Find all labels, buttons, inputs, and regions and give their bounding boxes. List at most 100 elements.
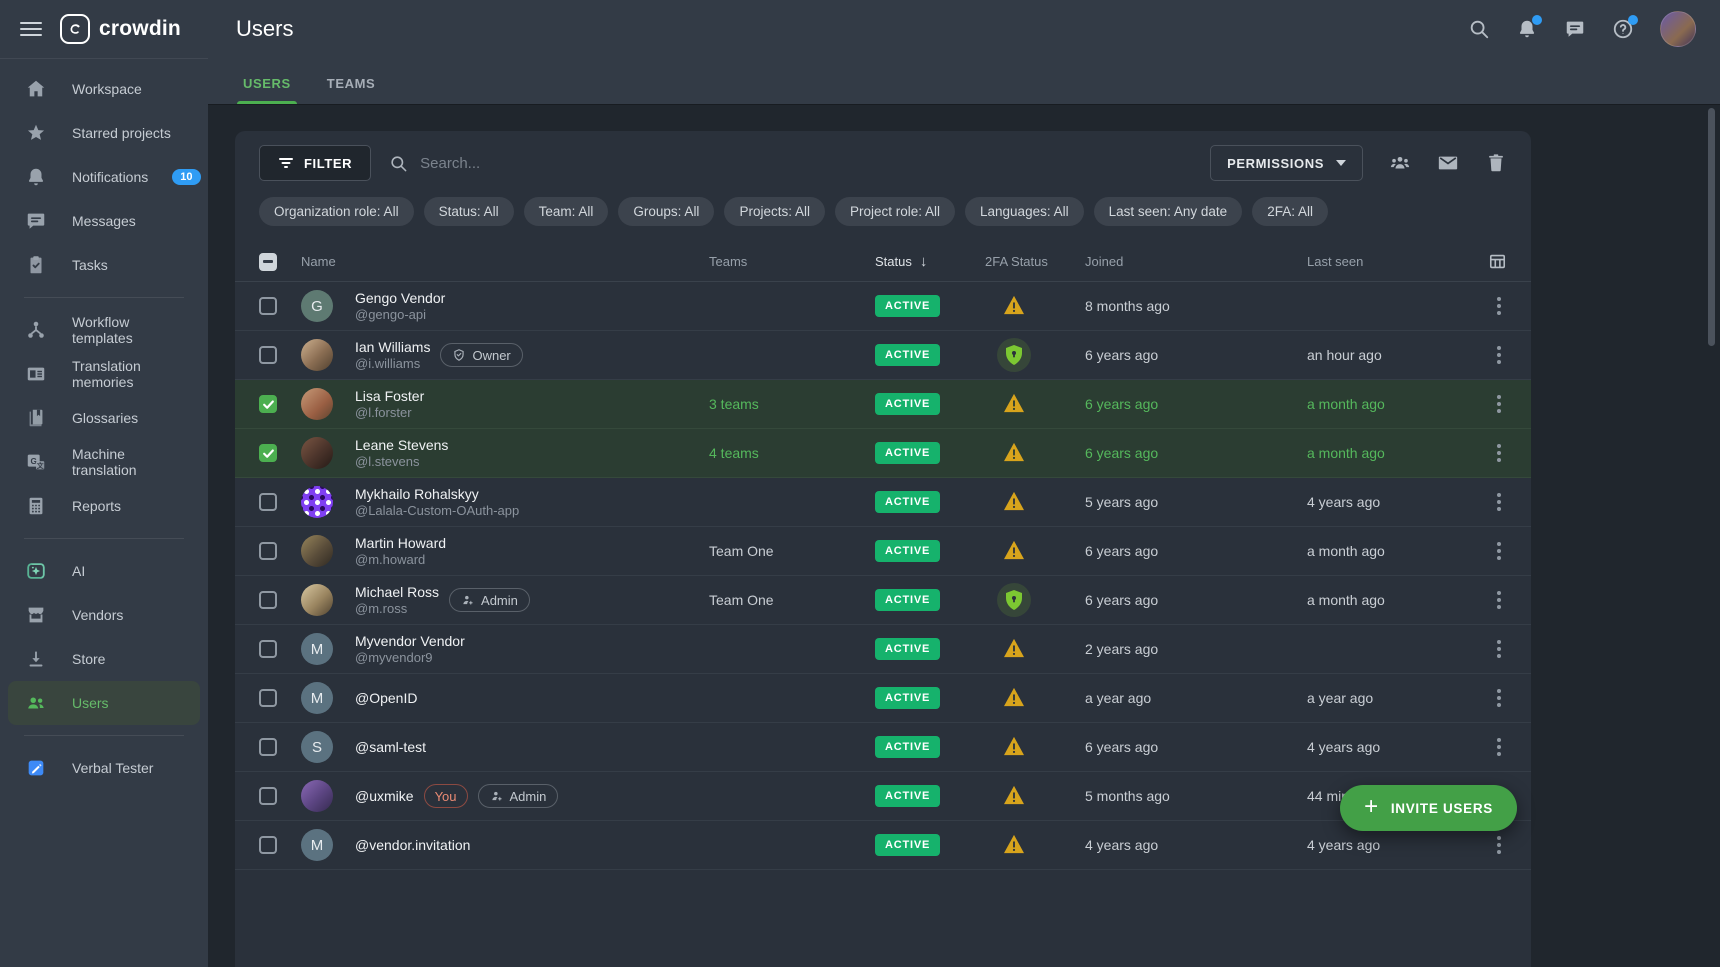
user-avatar[interactable] xyxy=(1660,11,1696,47)
user-name[interactable]: Myvendor Vendor xyxy=(355,632,465,650)
row-menu-kebab-icon[interactable] xyxy=(1491,490,1507,514)
sidebar-item-users[interactable]: Users xyxy=(8,681,200,725)
row-checkbox[interactable] xyxy=(259,395,277,413)
bulk-action-icons xyxy=(1389,152,1507,174)
menu-hamburger-icon[interactable] xyxy=(20,18,42,40)
sidebar-item-machine-translation[interactable]: G文 Machine translation xyxy=(0,440,208,484)
row-checkbox[interactable] xyxy=(259,836,277,854)
row-menu-kebab-icon[interactable] xyxy=(1491,588,1507,612)
row-menu-kebab-icon[interactable] xyxy=(1491,392,1507,416)
row-checkbox[interactable] xyxy=(259,444,277,462)
2fa-shield-icon xyxy=(983,583,1077,617)
table-header: Name Teams Status ↓ 2FA Status Joined La… xyxy=(235,242,1531,282)
joined-cell: 6 years ago xyxy=(1077,445,1287,461)
messages-chat-icon[interactable] xyxy=(1564,18,1586,40)
invite-users-button[interactable]: + INVITE USERS xyxy=(1340,785,1517,831)
mail-icon[interactable] xyxy=(1437,152,1459,174)
row-checkbox[interactable] xyxy=(259,542,277,560)
sidebar-item-notifications[interactable]: Notifications 10 xyxy=(0,155,208,199)
filter-chip-projects[interactable]: Projects: All xyxy=(724,197,825,226)
user-name[interactable]: @saml-test xyxy=(355,738,426,756)
star-icon xyxy=(24,121,48,145)
row-checkbox[interactable] xyxy=(259,738,277,756)
row-checkbox[interactable] xyxy=(259,297,277,315)
sidebar-item-store[interactable]: Store xyxy=(0,637,208,681)
sidebar: Workspace Starred projects Notifications… xyxy=(0,58,208,967)
column-header-2fa[interactable]: 2FA Status xyxy=(983,254,1077,269)
sidebar-item-messages[interactable]: Messages xyxy=(0,199,208,243)
filter-icon xyxy=(278,156,294,170)
sidebar-item-tasks[interactable]: Tasks xyxy=(0,243,208,287)
filter-chip-team[interactable]: Team: All xyxy=(524,197,609,226)
column-header-name[interactable]: Name xyxy=(301,254,709,269)
user-name[interactable]: @vendor.invitation xyxy=(355,836,470,854)
sidebar-item-ai[interactable]: AI xyxy=(0,549,208,593)
sidebar-item-workspace[interactable]: Workspace xyxy=(0,67,208,111)
filter-chip-project-role[interactable]: Project role: All xyxy=(835,197,955,226)
row-checkbox[interactable] xyxy=(259,640,277,658)
row-menu-kebab-icon[interactable] xyxy=(1491,686,1507,710)
row-menu-kebab-icon[interactable] xyxy=(1491,735,1507,759)
filter-chip-organization-role[interactable]: Organization role: All xyxy=(259,197,414,226)
row-checkbox[interactable] xyxy=(259,591,277,609)
notifications-bell-icon[interactable] xyxy=(1516,18,1538,40)
user-handle: @i.williams xyxy=(355,356,430,372)
help-icon[interactable] xyxy=(1612,18,1634,40)
sidebar-item-vendors[interactable]: Vendors xyxy=(0,593,208,637)
table-row: @uxmike You Admin ACTIVE 5 months ago 44… xyxy=(235,772,1531,821)
search-input[interactable] xyxy=(420,155,740,172)
manage-teams-icon[interactable] xyxy=(1389,152,1411,174)
filter-chip-last-seen[interactable]: Last seen: Any date xyxy=(1094,197,1243,226)
user-name[interactable]: Martin Howard xyxy=(355,534,446,552)
tab-users[interactable]: USERS xyxy=(243,76,291,104)
filter-chip-groups[interactable]: Groups: All xyxy=(618,197,714,226)
sidebar-item-starred-projects[interactable]: Starred projects xyxy=(0,111,208,155)
permissions-dropdown[interactable]: PERMISSIONS xyxy=(1210,145,1363,181)
row-menu-kebab-icon[interactable] xyxy=(1491,833,1507,857)
crowdin-logo[interactable]: crowdin xyxy=(60,14,181,44)
filter-button[interactable]: FILTER xyxy=(259,145,371,181)
column-header-teams[interactable]: Teams xyxy=(709,254,859,269)
sidebar-item-verbal-tester[interactable]: Verbal Tester xyxy=(0,746,208,790)
column-header-last-seen[interactable]: Last seen xyxy=(1287,254,1483,269)
tabs-bar: USERS TEAMS xyxy=(208,58,1720,104)
column-settings-icon[interactable] xyxy=(1483,252,1507,271)
column-header-joined[interactable]: Joined xyxy=(1077,254,1287,269)
tab-teams[interactable]: TEAMS xyxy=(327,76,376,104)
row-menu-kebab-icon[interactable] xyxy=(1491,637,1507,661)
column-header-status[interactable]: Status ↓ xyxy=(859,253,983,270)
user-name[interactable]: @OpenID xyxy=(355,689,417,707)
search-icon[interactable] xyxy=(1468,18,1490,40)
select-all-checkbox[interactable] xyxy=(259,253,277,271)
user-name[interactable]: Lisa Foster xyxy=(355,387,424,405)
row-menu-kebab-icon[interactable] xyxy=(1491,294,1507,318)
filter-chip-status[interactable]: Status: All xyxy=(424,197,514,226)
row-checkbox[interactable] xyxy=(259,346,277,364)
row-checkbox[interactable] xyxy=(259,689,277,707)
row-checkbox[interactable] xyxy=(259,493,277,511)
sidebar-item-translation-memories[interactable]: Translation memories xyxy=(0,352,208,396)
row-checkbox[interactable] xyxy=(259,787,277,805)
trash-icon[interactable] xyxy=(1485,152,1507,174)
user-name[interactable]: Ian Williams xyxy=(355,338,430,356)
user-name[interactable]: @uxmike xyxy=(355,787,414,805)
user-name[interactable]: Michael Ross xyxy=(355,583,439,601)
teams-cell[interactable]: 4 teams xyxy=(709,445,859,461)
sidebar-item-glossaries[interactable]: Glossaries xyxy=(0,396,208,440)
sidebar-item-workflow-templates[interactable]: Workflow templates xyxy=(0,308,208,352)
teams-cell[interactable]: 3 teams xyxy=(709,396,859,412)
sidebar-item-reports[interactable]: Reports xyxy=(0,484,208,528)
row-menu-kebab-icon[interactable] xyxy=(1491,539,1507,563)
admin-chip: Admin xyxy=(449,588,530,612)
row-menu-kebab-icon[interactable] xyxy=(1491,343,1507,367)
table-row: G Gengo Vendor@gengo-api ACTIVE 8 months… xyxy=(235,282,1531,331)
table-row: Ian Williams@i.williams Owner ACTIVE 6 y… xyxy=(235,331,1531,380)
filter-chip-languages[interactable]: Languages: All xyxy=(965,197,1084,226)
row-menu-kebab-icon[interactable] xyxy=(1491,441,1507,465)
scrollbar-thumb[interactable] xyxy=(1708,108,1715,346)
filter-chip-2fa[interactable]: 2FA: All xyxy=(1252,197,1328,226)
2fa-warning-icon xyxy=(983,834,1077,857)
user-name[interactable]: Gengo Vendor xyxy=(355,289,445,307)
user-name[interactable]: Leane Stevens xyxy=(355,436,448,454)
user-name[interactable]: Mykhailo Rohalskyy xyxy=(355,485,519,503)
